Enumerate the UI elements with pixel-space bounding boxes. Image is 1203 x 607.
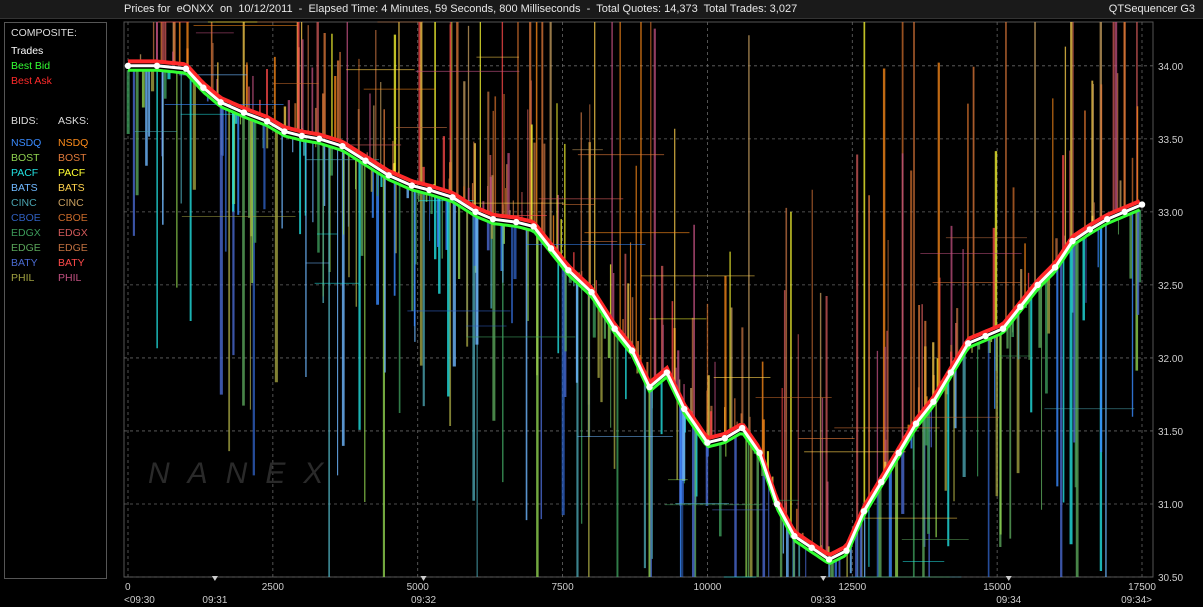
y-tick-label: 34.00 [1158,62,1183,73]
trade-point [200,84,207,91]
trade-point [825,556,833,563]
trade-point [808,544,815,551]
trade-point [930,398,937,405]
trade-point [240,109,248,116]
trade-point [124,62,132,70]
time-marker [420,576,427,581]
x-tick-label: 0 [125,582,131,593]
trade-point [704,439,711,446]
trade-point [1051,264,1059,271]
x-time-label: 09:34 [996,595,1021,606]
trade-point [646,383,653,391]
trade-point [611,325,618,332]
x-time-label: <09:30 [124,595,155,606]
trade-point [982,332,989,340]
trade-point [362,157,369,164]
trade-point [1017,303,1024,311]
trade-point [339,142,346,150]
trade-point [773,500,781,508]
trade-point [489,215,497,223]
y-tick-label: 33.00 [1158,208,1183,219]
trade-point [964,340,972,347]
x-tick-label: 7500 [551,582,574,593]
trade-point [298,132,306,140]
x-axis: 0 2500 5000 7500 10000 12500 15000 17500 <09:30 0… [124,576,1156,606]
y-tick-label: 31.00 [1158,500,1183,511]
y-tick-label: 32.00 [1158,354,1183,365]
watermark: NANEX [148,457,341,490]
trade-point [1069,237,1076,245]
x-tick-label: 5000 [407,582,430,593]
trade-point [547,245,555,252]
trade-point [1104,215,1111,223]
x-time-label: 09:32 [411,595,436,606]
x-time-label: 09:31 [202,595,227,606]
trade-point [449,194,456,201]
trade-point [1034,281,1041,289]
trade-point [721,435,729,442]
trade-point [860,508,868,515]
trade-point [472,208,479,216]
trade-point [663,369,671,376]
x-tick-label: 15000 [983,582,1011,593]
trade-point [408,182,416,189]
trade-point [756,449,763,457]
trade-point [999,325,1007,332]
time-marker [211,576,218,581]
x-tick-label: 2500 [262,582,285,593]
trade-point [153,62,161,70]
price-chart: NANEX 30.50 31.00 31.50 32.00 32.50 33.00 33.5… [123,21,1183,606]
trade-point [281,128,288,135]
trade-point [895,449,902,457]
x-tick-label: 17500 [1128,582,1156,593]
trade-point [1086,226,1094,233]
time-marker [1005,576,1012,581]
trade-point [385,172,392,179]
trade-point [530,223,537,230]
x-tick-label: 10000 [694,582,722,593]
trade-point [791,532,798,540]
trade-point [588,288,595,296]
trade-point [878,478,885,486]
trade-point [1121,208,1128,216]
y-tick-label: 33.50 [1158,135,1183,146]
trade-point [316,135,323,143]
x-time-label: 09:34> [1121,595,1152,606]
trade-point [217,99,224,106]
y-axis: 30.50 31.00 31.50 32.00 32.50 33.00 33.50 34.00 [1158,62,1183,584]
trade-point [628,347,636,354]
y-tick-label: 32.50 [1158,281,1183,292]
plot-area [123,21,1154,578]
x-tick-label: 12500 [838,582,866,593]
trade-point [947,369,954,376]
y-tick-label: 31.50 [1158,427,1183,438]
trade-point [681,405,688,413]
time-marker [820,576,827,581]
trade-point [565,267,572,274]
y-tick-label: 30.50 [1158,573,1183,584]
trade-point [843,547,850,554]
trade-point [912,420,920,427]
trade-point [513,218,520,226]
trade-point [1138,201,1146,208]
trade-point [426,186,433,194]
trade-point [263,118,271,125]
x-time-label: 09:33 [811,595,836,606]
trade-point [738,424,746,432]
trade-point [182,65,190,72]
